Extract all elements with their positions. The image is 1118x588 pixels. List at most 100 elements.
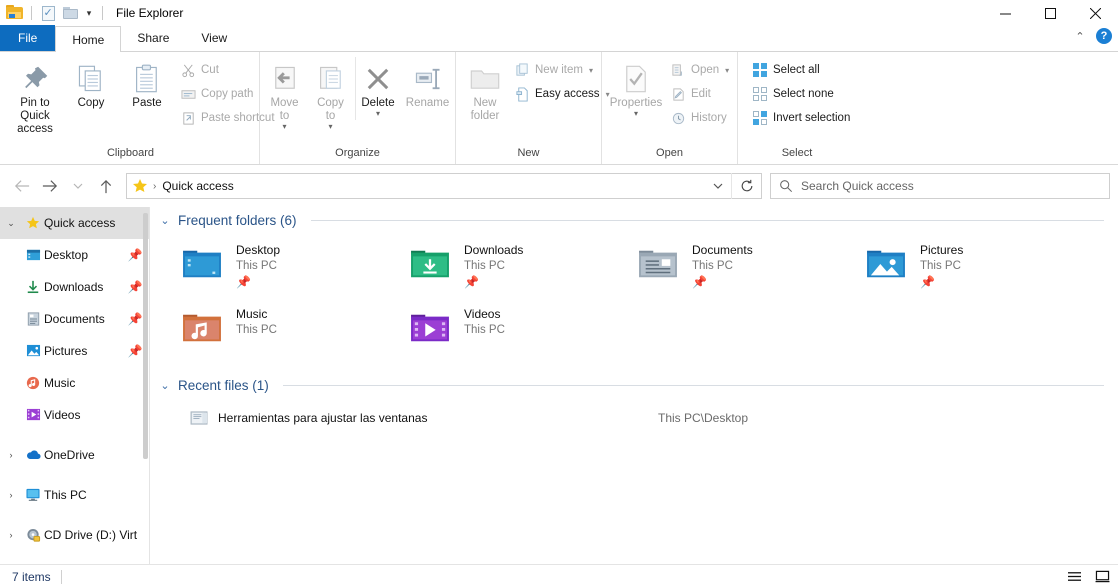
folder-name: Downloads xyxy=(464,243,524,257)
new-folder-icon[interactable] xyxy=(61,4,79,22)
invert-selection-button[interactable]: Invert selection xyxy=(748,107,854,129)
sidebar-item-quick-access[interactable]: ⌄ Quick access xyxy=(0,207,149,239)
address-box[interactable]: › Quick access xyxy=(126,173,762,199)
scissors-icon xyxy=(180,62,196,78)
collapse-ribbon-icon[interactable]: ⌃ xyxy=(1072,30,1088,43)
up-button[interactable] xyxy=(92,172,120,200)
back-button[interactable] xyxy=(8,172,36,200)
sidebar-item-this-pc[interactable]: › This PC xyxy=(0,479,149,511)
address-dropdown-icon[interactable] xyxy=(705,183,731,190)
folder-tile-pictures[interactable]: Pictures This PC 📌 xyxy=(862,234,1090,298)
customize-qat-caret-icon[interactable]: ▾ xyxy=(83,8,95,19)
edit-button[interactable]: Edit xyxy=(666,83,733,105)
chevron-down-icon[interactable]: ⌄ xyxy=(0,218,22,229)
open-icon xyxy=(670,62,686,78)
history-button[interactable]: History xyxy=(666,107,733,129)
folder-name: Desktop xyxy=(236,243,281,257)
tab-view[interactable]: View xyxy=(185,25,243,51)
paste-button[interactable]: Paste xyxy=(120,57,174,113)
chevron-right-icon[interactable]: › xyxy=(0,530,22,540)
pin-icon: 📌 xyxy=(236,275,251,289)
star-icon xyxy=(127,178,153,194)
select-all-icon xyxy=(752,62,768,78)
minimize-button[interactable] xyxy=(983,0,1028,26)
folder-tile-desktop[interactable]: Desktop This PC 📌 xyxy=(178,234,406,298)
tab-share[interactable]: Share xyxy=(121,25,185,51)
chevron-down-icon[interactable]: ⌄ xyxy=(158,379,172,392)
help-icon[interactable]: ? xyxy=(1096,28,1112,44)
delete-icon xyxy=(363,60,393,94)
breadcrumb-quick-access[interactable]: Quick access xyxy=(162,179,233,193)
sidebar-item-downloads[interactable]: Downloads 📌 xyxy=(0,271,149,303)
forward-button[interactable] xyxy=(36,172,64,200)
new-item-label: New item xyxy=(535,64,583,76)
sidebar-item-music[interactable]: Music xyxy=(0,367,149,399)
folder-tile-downloads[interactable]: Downloads This PC 📌 xyxy=(406,234,634,298)
new-folder-button[interactable]: New folder xyxy=(462,57,508,126)
copy-button[interactable]: Copy xyxy=(64,57,118,113)
section-header-recent-files[interactable]: ⌄ Recent files (1) xyxy=(150,378,1118,393)
chevron-right-icon[interactable]: › xyxy=(0,490,22,500)
history-label: History xyxy=(691,112,727,124)
divider xyxy=(60,569,62,584)
select-none-button[interactable]: Select none xyxy=(748,83,854,105)
cd-drive-icon xyxy=(22,528,44,543)
recent-file-row[interactable]: Herramientas para ajustar las ventanas T… xyxy=(150,403,1118,433)
search-input[interactable]: Search Quick access xyxy=(801,179,914,193)
music-icon xyxy=(22,376,44,390)
divider xyxy=(102,6,103,20)
section-header-frequent-folders[interactable]: ⌄ Frequent folders (6) xyxy=(150,213,1118,228)
tab-home[interactable]: Home xyxy=(55,26,122,52)
sidebar-item-pictures[interactable]: Pictures 📌 xyxy=(0,335,149,367)
copy-to-button[interactable]: Copy to ▾ xyxy=(309,57,353,133)
search-icon xyxy=(771,179,801,193)
folder-tile-videos[interactable]: Videos This PC xyxy=(406,298,634,362)
large-icons-view-button[interactable] xyxy=(1090,566,1114,588)
folder-location: This PC xyxy=(920,260,961,272)
new-item-icon xyxy=(514,62,530,78)
divider xyxy=(282,385,1104,386)
copy-to-icon xyxy=(316,60,346,94)
address-bar: › Quick access Search Quick access xyxy=(0,165,1118,207)
desktop-folder-icon xyxy=(22,248,44,262)
properties-button[interactable]: Properties ▾ xyxy=(608,57,664,120)
open-small-commands: Open ▾ Edit History xyxy=(666,57,733,129)
chevron-right-icon[interactable]: › xyxy=(0,450,22,460)
sidebar-item-onedrive[interactable]: › OneDrive xyxy=(0,439,149,471)
new-small-commands: New item ▾ Easy access ▾ xyxy=(510,57,614,105)
ribbon-tabs: File Home Share View ⌃ ? xyxy=(0,25,1118,52)
easy-access-button[interactable]: Easy access ▾ xyxy=(510,83,614,105)
tab-file[interactable]: File xyxy=(0,25,56,51)
search-box[interactable]: Search Quick access xyxy=(770,173,1110,199)
star-icon xyxy=(22,216,44,230)
sidebar-item-videos[interactable]: Videos xyxy=(0,399,149,431)
sidebar-scrollbar[interactable] xyxy=(143,207,149,564)
open-label: Open xyxy=(691,64,720,76)
rename-button[interactable]: Rename xyxy=(403,57,453,113)
this-pc-icon xyxy=(22,488,44,502)
delete-button[interactable]: Delete ▾ xyxy=(354,57,401,120)
properties-icon[interactable] xyxy=(39,4,57,22)
item-count: 7 items xyxy=(12,569,51,584)
ribbon-group-open: Properties ▾ Open ▾ Edit History Open xyxy=(602,52,738,164)
details-view-button[interactable] xyxy=(1062,566,1086,588)
folder-tile-documents[interactable]: Documents This PC 📌 xyxy=(634,234,862,298)
group-title-new: New xyxy=(517,147,540,159)
sidebar-scrollbar-thumb[interactable] xyxy=(143,213,148,459)
sidebar-item-documents[interactable]: Documents 📌 xyxy=(0,303,149,335)
folder-tile-music[interactable]: Music This PC xyxy=(178,298,406,362)
pin-to-quick-access-button[interactable]: Pin to Quick access xyxy=(8,57,62,139)
recent-locations-button[interactable] xyxy=(64,172,92,200)
new-item-button[interactable]: New item ▾ xyxy=(510,59,614,81)
chevron-down-icon[interactable]: ⌄ xyxy=(158,214,172,227)
documents-folder-icon xyxy=(634,240,682,288)
select-all-button[interactable]: Select all xyxy=(748,59,854,81)
ribbon-group-clipboard: Pin to Quick access Copy Paste Cut Copy … xyxy=(2,52,275,164)
maximize-button[interactable] xyxy=(1028,0,1073,26)
close-button[interactable] xyxy=(1073,0,1118,26)
open-button[interactable]: Open ▾ xyxy=(666,59,733,81)
sidebar-item-desktop[interactable]: Desktop 📌 xyxy=(0,239,149,271)
sidebar-item-cd-drive[interactable]: › CD Drive (D:) Virt xyxy=(0,519,149,551)
refresh-button[interactable] xyxy=(731,173,761,199)
move-to-button[interactable]: Move to ▾ xyxy=(263,57,307,133)
